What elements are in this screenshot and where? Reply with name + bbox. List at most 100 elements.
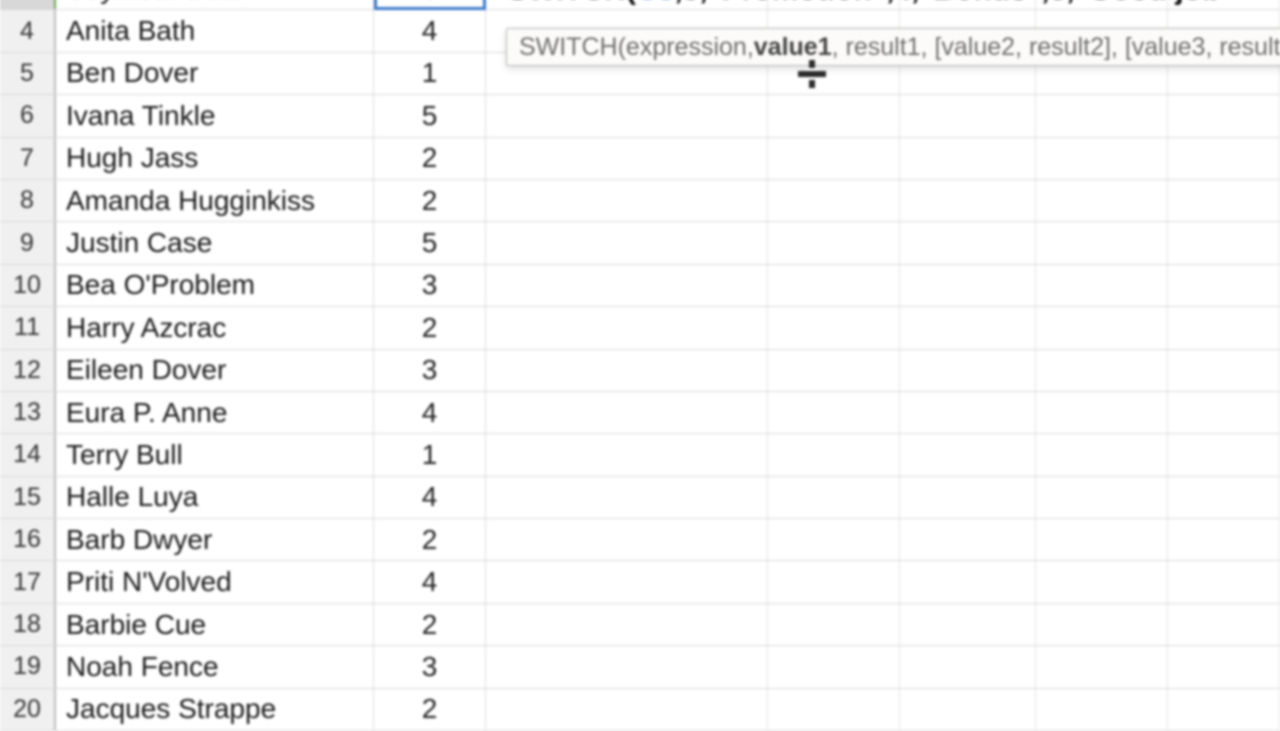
cell[interactable] — [1168, 646, 1280, 687]
row-header[interactable]: 3 — [0, 0, 56, 9]
cell-value[interactable]: 4 — [374, 392, 486, 433]
row-header[interactable]: 19 — [0, 646, 56, 687]
row-header[interactable]: 12 — [0, 350, 56, 391]
table-row[interactable]: 6Ivana Tinkle5 — [0, 95, 1280, 137]
cell[interactable] — [486, 307, 768, 348]
row-header[interactable]: 17 — [0, 561, 56, 602]
row-header[interactable]: 15 — [0, 477, 56, 518]
cell[interactable] — [1036, 561, 1168, 602]
cell[interactable] — [900, 477, 1036, 518]
cell-value[interactable]: 2 — [374, 519, 486, 560]
cell[interactable] — [486, 222, 768, 263]
cell[interactable] — [1168, 689, 1280, 730]
empty-cells[interactable] — [486, 392, 1280, 433]
empty-cells[interactable] — [486, 350, 1280, 391]
cell[interactable] — [486, 561, 768, 602]
cell-name[interactable]: Eura P. Anne — [56, 392, 374, 433]
cell-name[interactable]: Ben Dover — [56, 53, 374, 94]
cell[interactable] — [1036, 138, 1168, 179]
cell[interactable] — [1036, 689, 1168, 730]
cell[interactable] — [1036, 350, 1168, 391]
cell[interactable] — [768, 689, 900, 730]
cell-name[interactable]: Barbie Cue — [56, 604, 374, 645]
cell[interactable] — [1036, 477, 1168, 518]
cell[interactable] — [768, 604, 900, 645]
row-header[interactable]: 9 — [0, 222, 56, 263]
cell[interactable] — [1036, 646, 1168, 687]
empty-cells[interactable] — [486, 519, 1280, 560]
cell-value[interactable]: 3 — [374, 350, 486, 391]
cell-value[interactable]: 4 — [374, 561, 486, 602]
cell-value[interactable]: 3 — [374, 646, 486, 687]
cell[interactable] — [1036, 434, 1168, 475]
cell[interactable] — [768, 138, 900, 179]
cell-value[interactable]: 2 — [374, 689, 486, 730]
cell-name[interactable]: Halle Luya — [56, 477, 374, 518]
cell-name[interactable]: Bea O'Problem — [56, 265, 374, 306]
empty-cells[interactable] — [486, 222, 1280, 263]
cell[interactable] — [1036, 392, 1168, 433]
cell[interactable] — [768, 307, 900, 348]
cell[interactable] — [1168, 519, 1280, 560]
cell[interactable] — [1036, 95, 1168, 136]
cell-value[interactable]: 2 — [374, 138, 486, 179]
table-row[interactable]: 20Jacques Strappe2 — [0, 689, 1280, 731]
cell[interactable] — [1168, 95, 1280, 136]
table-row[interactable]: 19Noah Fence3 — [0, 646, 1280, 688]
cell[interactable] — [1168, 604, 1280, 645]
empty-cells[interactable] — [486, 434, 1280, 475]
table-row[interactable]: 17Priti N'Volved4 — [0, 561, 1280, 603]
cell-value[interactable]: 1 — [374, 434, 486, 475]
table-row[interactable]: 15Halle Luya4 — [0, 477, 1280, 519]
cell-name[interactable]: Eileen Dover — [56, 350, 374, 391]
cell[interactable] — [768, 519, 900, 560]
cell-value[interactable]: 5 — [374, 95, 486, 136]
cell[interactable] — [486, 265, 768, 306]
cell[interactable] — [768, 561, 900, 602]
table-row[interactable]: 10Bea O'Problem3 — [0, 265, 1280, 307]
cell-name[interactable]: Ivana Tinkle — [56, 95, 374, 136]
empty-cells[interactable] — [486, 180, 1280, 221]
row-header[interactable]: 4 — [0, 10, 56, 51]
table-row[interactable]: 8Amanda Hugginkiss2 — [0, 180, 1280, 222]
formula-tooltip[interactable]: SWITCH(expression, value1, result1, [val… — [506, 28, 1280, 66]
cell[interactable] — [1036, 180, 1168, 221]
cell[interactable] — [486, 392, 768, 433]
cell-value[interactable]: 1 — [374, 53, 486, 94]
table-row[interactable]: 9Justin Case5 — [0, 222, 1280, 264]
cell-name[interactable]: Anita Bath — [56, 10, 374, 51]
cell[interactable] — [900, 350, 1036, 391]
cell-name[interactable]: Justin Case — [56, 222, 374, 263]
cell-value[interactable]: 2 — [374, 307, 486, 348]
cell[interactable] — [900, 561, 1036, 602]
cell[interactable] — [486, 689, 768, 730]
cell[interactable] — [1168, 222, 1280, 263]
cell[interactable] — [1036, 265, 1168, 306]
empty-cells[interactable] — [486, 95, 1280, 136]
cell[interactable] — [900, 646, 1036, 687]
cell[interactable] — [1036, 222, 1168, 263]
row-header[interactable]: 10 — [0, 265, 56, 306]
cell-value[interactable]: 4 — [374, 477, 486, 518]
cell[interactable] — [486, 604, 768, 645]
table-row[interactable]: 18Barbie Cue2 — [0, 604, 1280, 646]
cell[interactable] — [1168, 434, 1280, 475]
cell[interactable] — [1036, 519, 1168, 560]
cell-value[interactable]: 2 — [374, 604, 486, 645]
table-row[interactable]: 12Eileen Dover3 — [0, 350, 1280, 392]
cell-value[interactable]: 2 — [374, 180, 486, 221]
row-header[interactable]: 8 — [0, 180, 56, 221]
cell[interactable] — [900, 180, 1036, 221]
empty-cells[interactable] — [486, 477, 1280, 518]
cell[interactable] — [1168, 138, 1280, 179]
row-header[interactable]: 18 — [0, 604, 56, 645]
row-header[interactable]: 7 — [0, 138, 56, 179]
cell[interactable] — [486, 95, 768, 136]
cell[interactable] — [768, 222, 900, 263]
cell[interactable] — [1168, 477, 1280, 518]
cell[interactable] — [1036, 604, 1168, 645]
cell[interactable] — [768, 350, 900, 391]
empty-cells[interactable] — [486, 689, 1280, 730]
row-header[interactable]: 16 — [0, 519, 56, 560]
cell-value[interactable]: 3 — [374, 265, 486, 306]
